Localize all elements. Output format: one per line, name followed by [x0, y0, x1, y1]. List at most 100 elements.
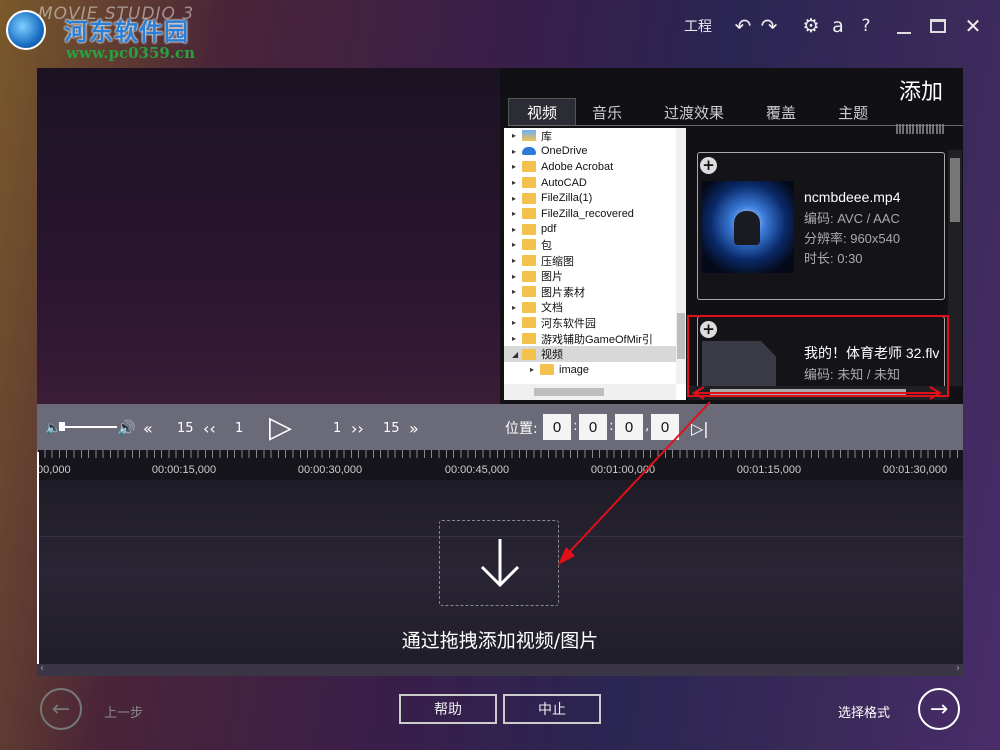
- ruler-label: 00:01:15,000: [736, 464, 802, 476]
- time-separator: :: [609, 418, 614, 434]
- folder-icon: [522, 286, 536, 298]
- folder-icon: [522, 223, 536, 235]
- next-label[interactable]: 选择格式: [838, 702, 890, 721]
- scrollbar-thumb[interactable]: [534, 388, 604, 396]
- title-bar: MOVIE STUDIO 3 河东软件园 www.pc0359.cn 工程 ↶ …: [0, 0, 1000, 62]
- volume-slider[interactable]: [61, 426, 117, 428]
- play-icon[interactable]: ▷: [269, 410, 292, 445]
- maximize-button[interactable]: [928, 14, 948, 38]
- project-menu-button[interactable]: 工程: [682, 14, 714, 38]
- scroll-left-icon[interactable]: ‹: [40, 663, 44, 674]
- ruler-label: 00:00:45,000: [444, 464, 510, 476]
- step-back-label: 1: [235, 420, 244, 436]
- gear-icon[interactable]: ⚙: [800, 14, 822, 38]
- timeline-scrollbar[interactable]: ‹ ›: [37, 663, 963, 676]
- position-hours-input[interactable]: 0: [543, 414, 571, 440]
- back-arrow-button[interactable]: ←: [40, 688, 82, 730]
- folder-icon: [522, 317, 536, 329]
- timeline-ruler[interactable]: 00,000 00:00:15,000 00:00:30,000 00:00:4…: [37, 450, 963, 480]
- library-icon: [522, 130, 536, 142]
- volume-high-icon[interactable]: 🔊: [117, 417, 136, 439]
- step-forward-icon[interactable]: ››: [351, 417, 364, 439]
- tree-item-label: OneDrive: [541, 145, 588, 158]
- tree-item-label: 游戏辅助GameOfMir引: [541, 333, 653, 346]
- language-button[interactable]: a: [830, 14, 846, 38]
- tree-item-image-folder[interactable]: ▸ image: [504, 362, 686, 378]
- position-minutes-input[interactable]: 0: [579, 414, 607, 440]
- folder-icon: [522, 208, 536, 220]
- media-file-card[interactable]: + ncmbdeee.mp4 编码: AVC / AAC 分辨率: 960x54…: [697, 152, 945, 300]
- tree-item-folder[interactable]: ▸ Adobe Acrobat: [504, 159, 686, 175]
- add-to-timeline-icon[interactable]: +: [700, 157, 717, 174]
- details-view-icon[interactable]: [936, 124, 944, 134]
- tree-item-label: pdf: [541, 223, 557, 236]
- go-to-end-icon[interactable]: ▷|: [691, 417, 709, 439]
- tree-item-onedrive[interactable]: ▸ OneDrive: [504, 144, 686, 160]
- files-vertical-scrollbar[interactable]: [948, 150, 962, 386]
- minimize-button[interactable]: [894, 14, 914, 38]
- tab-theme[interactable]: 主题: [824, 98, 882, 126]
- folder-icon: [522, 270, 536, 282]
- annotation-highlight-file: [687, 315, 949, 397]
- position-seconds-input[interactable]: 0: [615, 414, 643, 440]
- position-frames-input[interactable]: 0: [651, 414, 679, 440]
- tree-item-folder[interactable]: ▸ 游戏辅助GameOfMir引: [504, 331, 686, 347]
- tree-item-folder[interactable]: ▸ FileZilla_recovered: [504, 206, 686, 222]
- folder-icon: [522, 255, 536, 267]
- tree-item-label: Adobe Acrobat: [541, 160, 614, 173]
- tree-item-label: 文档: [541, 302, 563, 315]
- close-button[interactable]: ✕: [962, 14, 984, 38]
- tree-item-folder[interactable]: ▸ AutoCAD: [504, 175, 686, 191]
- tree-item-folder[interactable]: ▸ 文档: [504, 300, 686, 316]
- tree-vertical-scrollbar[interactable]: [676, 128, 686, 384]
- view-mode-icons[interactable]: [896, 124, 952, 136]
- tree-item-folder[interactable]: ▸ 图片: [504, 268, 686, 284]
- playhead[interactable]: [37, 452, 39, 676]
- minimize-icon: [897, 32, 911, 34]
- back-label[interactable]: 上一步: [104, 702, 143, 721]
- rewind-15-icon[interactable]: «: [143, 417, 153, 439]
- tab-transitions[interactable]: 过渡效果: [650, 98, 738, 126]
- scrollbar-thumb[interactable]: [950, 158, 960, 222]
- ruler-label: 00:00:30,000: [297, 464, 363, 476]
- tree-item-folder[interactable]: ▸ 压缩图: [504, 253, 686, 269]
- tree-item-label: 视频: [541, 349, 563, 362]
- file-name: ncmbdeee.mp4: [804, 189, 901, 205]
- list-view-icon[interactable]: [916, 124, 924, 134]
- file-resolution: 分辨率: 960x540: [804, 231, 901, 246]
- add-panel-title: 添加: [898, 80, 943, 105]
- tree-item-folder[interactable]: ▸ 包: [504, 237, 686, 253]
- position-label: 位置:: [505, 421, 538, 437]
- tree-item-label: AutoCAD: [541, 176, 587, 189]
- help-button[interactable]: 帮助: [399, 694, 497, 724]
- drop-zone[interactable]: [439, 520, 559, 606]
- folder-icon: [522, 161, 536, 173]
- tree-item-folder[interactable]: ▸ pdf: [504, 222, 686, 238]
- tree-item-label: 压缩图: [541, 255, 574, 268]
- rewind-15-label: 15: [177, 420, 194, 436]
- tab-divider: [508, 125, 963, 126]
- undo-icon[interactable]: ↶: [732, 14, 754, 38]
- volume-slider-handle[interactable]: [59, 422, 65, 431]
- forward-15-icon[interactable]: »: [409, 417, 419, 439]
- tree-horizontal-scrollbar[interactable]: [504, 384, 676, 400]
- scrollbar-thumb[interactable]: [677, 313, 685, 359]
- stop-button[interactable]: 中止: [503, 694, 601, 724]
- list-view-icon[interactable]: [926, 124, 934, 134]
- tree-item-video-folder[interactable]: ◢ 视频: [504, 346, 686, 362]
- next-arrow-button[interactable]: →: [918, 688, 960, 730]
- help-icon[interactable]: ?: [858, 14, 874, 38]
- scroll-right-icon[interactable]: ›: [956, 663, 960, 674]
- tree-item-library[interactable]: ▸ 库: [504, 128, 686, 144]
- tab-overlay[interactable]: 覆盖: [752, 98, 810, 126]
- tree-item-folder[interactable]: ▸ 图片素材: [504, 284, 686, 300]
- tree-item-folder[interactable]: ▸ 河东软件园: [504, 315, 686, 331]
- grid-view-icon[interactable]: [896, 124, 904, 134]
- tab-music[interactable]: 音乐: [578, 98, 636, 126]
- grid-view-icon[interactable]: [906, 124, 914, 134]
- tree-item-folder[interactable]: ▸ FileZilla(1): [504, 190, 686, 206]
- tab-video[interactable]: 视频: [508, 98, 577, 126]
- timeline-track[interactable]: 通过拖拽添加视频/图片: [37, 480, 963, 664]
- step-back-icon[interactable]: ‹‹: [203, 417, 216, 439]
- redo-icon[interactable]: ↷: [758, 14, 780, 38]
